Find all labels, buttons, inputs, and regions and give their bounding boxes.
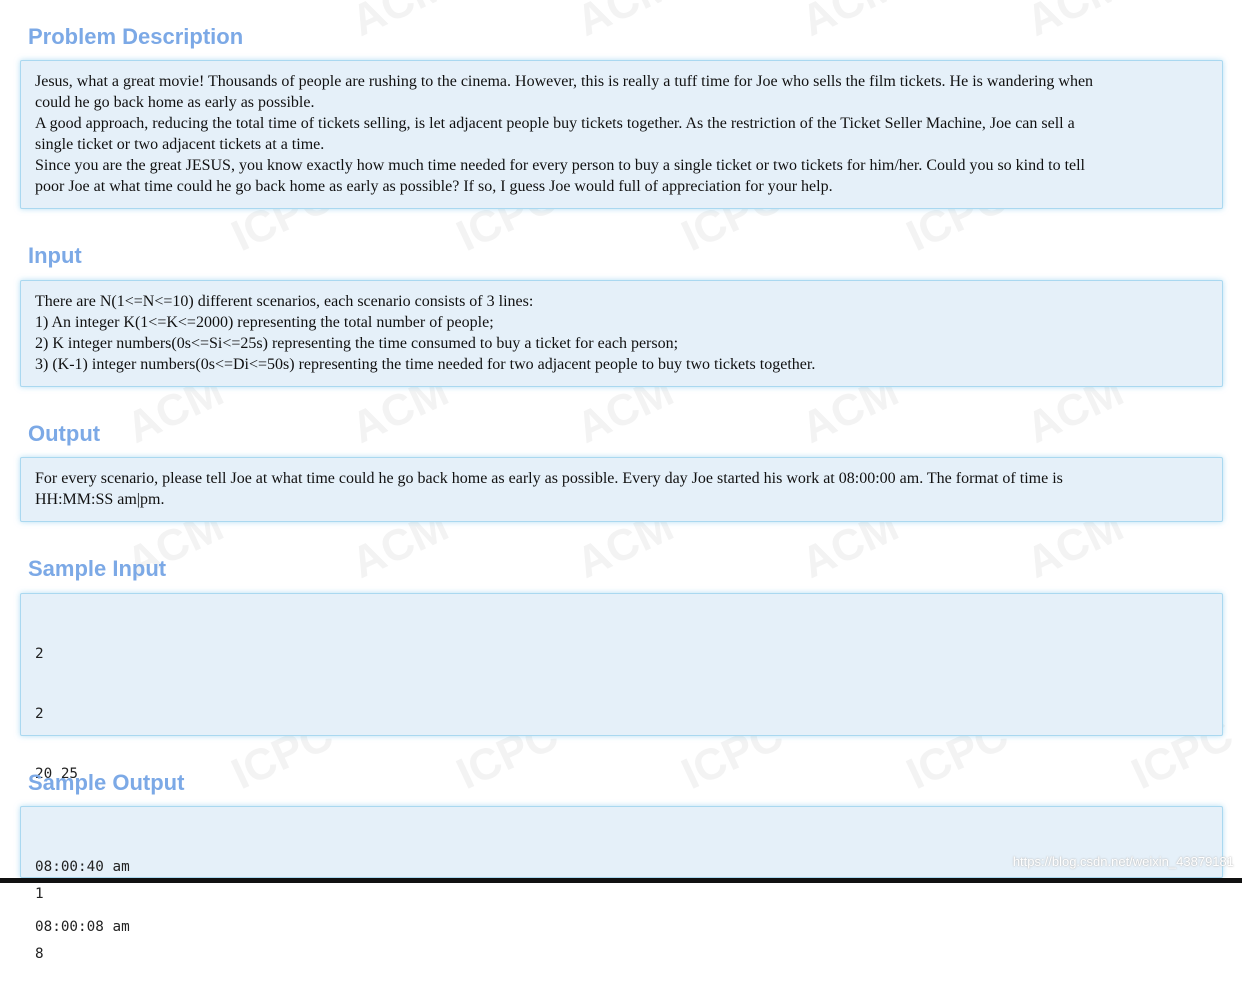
description-line: single ticket or two adjacent tickets at… bbox=[35, 136, 325, 153]
problem-description-panel: Jesus, what a great movie! Thousands of … bbox=[20, 60, 1223, 209]
source-watermark-url: https://blog.csdn.net/weixin_43879181 bbox=[1012, 854, 1234, 869]
description-line: A good approach, reducing the total time… bbox=[35, 115, 1075, 132]
output-line: For every scenario, please tell Joe at w… bbox=[35, 470, 1063, 487]
input-line: 3) (K-1) integer numbers(0s<=Di<=50s) re… bbox=[35, 356, 816, 373]
description-line: poor Joe at what time could he go back h… bbox=[35, 178, 833, 195]
output-panel: For every scenario, please tell Joe at w… bbox=[20, 457, 1223, 522]
input-line: There are N(1<=N<=10) different scenario… bbox=[35, 293, 534, 310]
watermark-acm: ACM bbox=[344, 0, 456, 46]
input-line: 1) An integer K(1<=K<=2000) representing… bbox=[35, 314, 494, 331]
watermark-acm: ACM bbox=[794, 0, 906, 46]
sample-input-line: 2 bbox=[35, 706, 44, 722]
sample-input-line: 8 bbox=[35, 946, 44, 962]
problem-description-heading: Problem Description bbox=[28, 24, 244, 49]
sample-input-line: 2 bbox=[35, 646, 44, 662]
sample-input-panel: 2 2 20 25 40 1 8 bbox=[20, 593, 1223, 962]
bottom-edge-bar bbox=[0, 878, 1242, 883]
description-line: Jesus, what a great movie! Thousands of … bbox=[35, 73, 1094, 90]
sample-output-heading: Sample Output bbox=[28, 770, 185, 795]
output-heading: Output bbox=[28, 421, 101, 446]
description-line: could he go back home as early as possib… bbox=[35, 94, 315, 111]
input-panel: There are N(1<=N<=10) different scenario… bbox=[20, 280, 1223, 387]
input-heading: Input bbox=[28, 243, 82, 268]
description-line: Since you are the great JESUS, you know … bbox=[35, 157, 1085, 174]
sample-input-line: 20 25 bbox=[35, 766, 79, 782]
sample-input-line: 1 bbox=[35, 886, 44, 902]
input-line: 2) K integer numbers(0s<=Si<=25s) repres… bbox=[35, 335, 679, 352]
sample-input-heading: Sample Input bbox=[28, 556, 167, 581]
watermark-acm: ACM bbox=[1019, 0, 1131, 46]
sample-output-line: 08:00:08 am bbox=[35, 919, 130, 935]
output-line: HH:MM:SS am|pm. bbox=[35, 491, 165, 508]
watermark-acm: ACM bbox=[569, 0, 681, 46]
